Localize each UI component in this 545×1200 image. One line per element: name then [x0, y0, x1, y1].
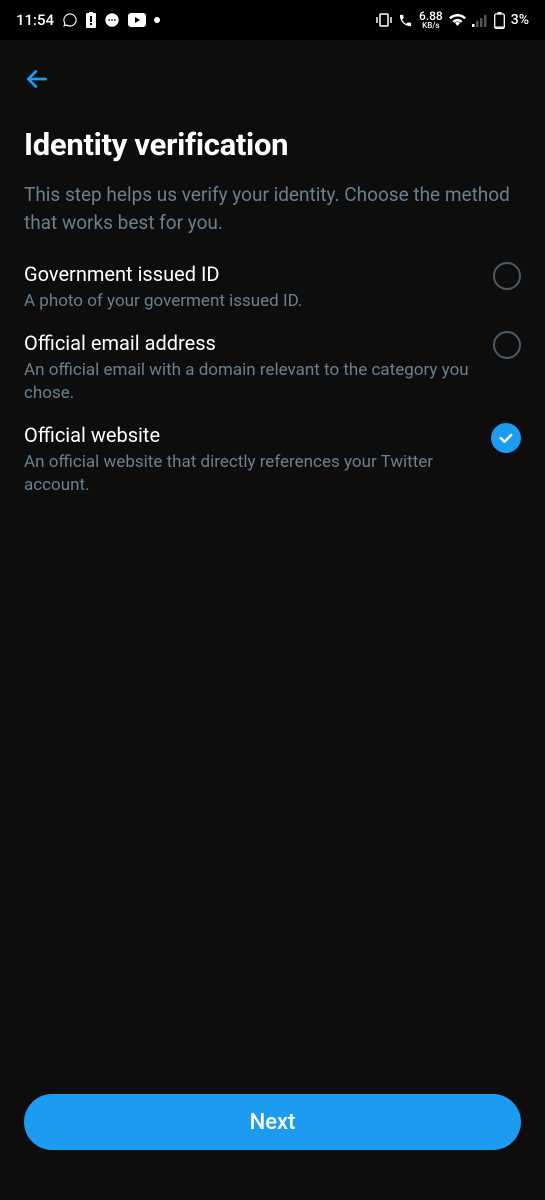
- status-left: 11:54: [16, 11, 160, 29]
- option-desc: An official website that directly refere…: [24, 451, 473, 497]
- phone-icon: [398, 13, 413, 28]
- wifi-icon: [449, 13, 466, 27]
- dot-icon: [154, 17, 160, 23]
- option-title: Official website: [24, 423, 473, 447]
- back-button[interactable]: [0, 48, 545, 108]
- verification-options: Government issued ID A photo of your gov…: [0, 254, 545, 507]
- battery-percent: 3%: [511, 12, 529, 28]
- option-government-id[interactable]: Government issued ID A photo of your gov…: [24, 254, 521, 323]
- whatsapp-icon: [62, 12, 78, 28]
- header: Identity verification: [0, 108, 545, 171]
- status-bar: 11:54 6.88 KB/s: [0, 0, 545, 40]
- option-title: Government issued ID: [24, 262, 473, 286]
- check-icon: [497, 429, 515, 447]
- chat-icon: [104, 12, 120, 28]
- radio-unchecked-icon: [493, 331, 521, 359]
- youtube-icon: [128, 13, 146, 27]
- cellular-signal-icon: [472, 14, 488, 27]
- vibrate-icon: [376, 13, 392, 27]
- battery-alert-icon: [86, 12, 96, 28]
- battery-icon: [494, 12, 505, 29]
- next-button-label: Next: [250, 1110, 296, 1135]
- page-title: Identity verification: [24, 126, 521, 163]
- option-desc: An official email with a domain relevant…: [24, 359, 473, 405]
- status-time: 11:54: [16, 11, 54, 29]
- option-desc: A photo of your goverment issued ID.: [24, 290, 473, 313]
- page-subtitle: This step helps us verify your identity.…: [0, 171, 545, 254]
- option-official-website[interactable]: Official website An official website tha…: [24, 415, 521, 507]
- radio-unchecked-icon: [493, 262, 521, 290]
- app-content: Identity verification This step helps us…: [0, 40, 545, 1200]
- network-speed-indicator: 6.88 KB/s: [419, 10, 443, 30]
- option-title: Official email address: [24, 331, 473, 355]
- status-right: 6.88 KB/s 3%: [376, 10, 529, 30]
- radio-checked-icon: [491, 423, 521, 453]
- next-button[interactable]: Next: [24, 1094, 521, 1150]
- back-arrow-icon: [24, 66, 50, 92]
- option-official-email[interactable]: Official email address An official email…: [24, 323, 521, 415]
